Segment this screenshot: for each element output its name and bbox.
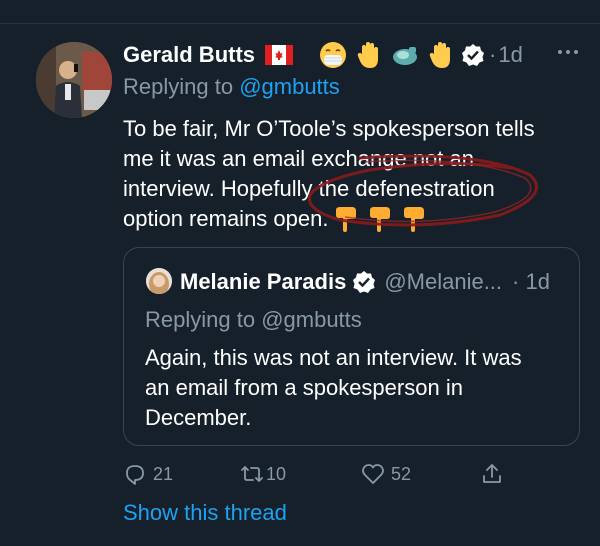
- show-thread-link[interactable]: Show this thread: [123, 500, 287, 526]
- pointing-down-icon: [370, 207, 391, 232]
- raised-hand-icon: [357, 42, 379, 68]
- quoted-tweet-header: Melanie Paradis @Melanie... · 1d: [180, 266, 550, 298]
- quoted-line: Again, this was not an interview. It was: [145, 345, 522, 370]
- tweet-body: To be fair, Mr O’Toole’s spokesperson te…: [123, 114, 593, 234]
- reply-icon: [126, 465, 144, 485]
- verified-badge-icon: [462, 44, 485, 66]
- avatar-photo: [36, 42, 112, 118]
- mask-face-icon: [320, 42, 347, 68]
- tweet-line-last: option remains open.: [123, 204, 593, 234]
- quoted-handle: @Melanie...: [384, 269, 503, 294]
- quoted-avatar[interactable]: [146, 268, 172, 294]
- tweet-header: Gerald Butts · 1d: [123, 38, 523, 72]
- retweet-icon: [241, 466, 263, 482]
- retweet-count: 10: [266, 463, 287, 484]
- like-button[interactable]: 52: [361, 459, 411, 489]
- quoted-timestamp: · 1d: [512, 269, 550, 294]
- quoted-line: December.: [145, 405, 252, 430]
- canada-flag-icon: [265, 45, 294, 65]
- quoted-replying-handle: @gmbutts: [261, 307, 362, 332]
- replying-handle-link[interactable]: @gmbutts: [239, 74, 340, 99]
- quoted-avatar-photo: [146, 268, 172, 294]
- quoted-author-name[interactable]: Melanie Paradis: [180, 269, 346, 295]
- pointing-down-icon: [404, 207, 425, 232]
- tweet-line: interview. Hopefully the defenestration: [123, 176, 495, 201]
- like-count: 52: [391, 463, 412, 484]
- pointing-down-icon: [336, 207, 357, 232]
- more-options-icon[interactable]: [556, 44, 580, 60]
- verified-badge-icon: [353, 271, 376, 293]
- tweet-line: me it was an email exchange not an: [123, 146, 474, 171]
- tweet-line: To be fair, Mr O’Toole’s spokesperson te…: [123, 116, 535, 141]
- share-button[interactable]: [480, 459, 504, 489]
- raised-hand-icon: [429, 42, 451, 68]
- tweet-timestamp[interactable]: 1d: [498, 42, 522, 68]
- replying-to: Replying to @gmbutts: [123, 74, 340, 100]
- share-icon: [483, 464, 501, 483]
- tweet-separator: ·: [489, 42, 497, 67]
- retweet-button[interactable]: 10: [240, 459, 286, 489]
- quoted-replying-to: Replying to @gmbutts: [145, 307, 362, 333]
- replying-prefix: Replying to: [123, 74, 240, 99]
- quoted-tweet-body: Again, this was not an interview. It was…: [145, 343, 570, 433]
- author-name[interactable]: Gerald Butts: [123, 42, 255, 68]
- reply-count: 21: [153, 463, 174, 484]
- heart-icon: [362, 464, 384, 484]
- quoted-replying-prefix: Replying to: [145, 307, 262, 332]
- divider: [0, 23, 600, 24]
- tweet-line: option remains open.: [123, 206, 329, 231]
- quoted-line: an email from a spokesperson in: [145, 375, 463, 400]
- avatar[interactable]: [36, 42, 112, 118]
- tea-icon: [393, 47, 418, 65]
- tweet-actions: 21 10 52: [123, 459, 583, 489]
- reply-button[interactable]: 21: [123, 459, 173, 489]
